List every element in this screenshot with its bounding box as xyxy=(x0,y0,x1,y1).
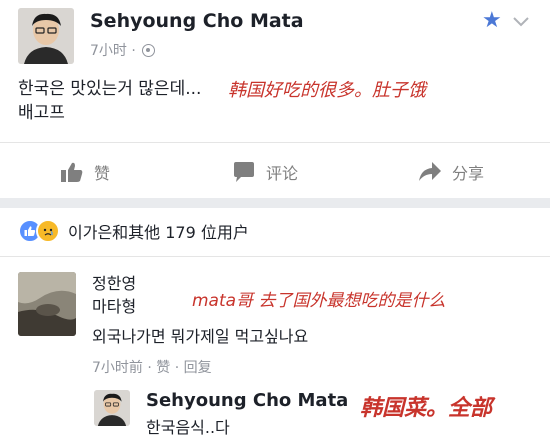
reply-author-name[interactable]: Sehyoung Cho Mata xyxy=(146,390,348,411)
globe-icon xyxy=(141,43,155,57)
like-label: 赞 xyxy=(94,164,111,183)
post-author-name[interactable]: Sehyoung Cho Mata xyxy=(90,10,304,32)
translation-overlay-reply: 韩国菜。全部 xyxy=(360,396,493,421)
divider xyxy=(0,142,550,143)
author-avatar[interactable] xyxy=(18,8,74,64)
post-text-line-2: 배고프 xyxy=(18,103,65,123)
share-label: 分享 xyxy=(452,164,485,183)
comment-label: 评论 xyxy=(266,164,299,183)
share-icon xyxy=(419,162,441,181)
share-button[interactable]: 分享 xyxy=(418,158,484,186)
reaction-summary[interactable]: 이가은和其他 179 位用户 xyxy=(18,218,249,244)
comment-text-line-2: 외국나가면 뭐가제일 먹고싶나요 xyxy=(92,327,309,346)
reply-avatar-image xyxy=(94,390,130,426)
section-separator xyxy=(0,198,550,208)
post-body: 한국은 맛있는거 많은데... 배고프 xyxy=(18,77,201,125)
facebook-post: Sehyoung Cho Mata 7小时 · ★ 한국은 맛있는거 많은데..… xyxy=(0,0,550,447)
chevron-down-icon[interactable] xyxy=(512,12,530,30)
reaction-summary-text: 이가은和其他 179 位用户 xyxy=(68,223,249,242)
star-icon[interactable]: ★ xyxy=(482,10,504,32)
comment-meta[interactable]: 7小时前 · 赞 · 回复 xyxy=(92,357,212,377)
commenter-avatar-image xyxy=(18,272,76,336)
author-avatar-image xyxy=(18,8,74,64)
commenter-name[interactable]: 정한영 xyxy=(92,270,136,294)
divider xyxy=(0,256,550,257)
post-timestamp[interactable]: 7小时 · xyxy=(90,40,136,60)
post-meta: 7小时 · xyxy=(90,40,155,60)
reply-text: 한국음식..다 xyxy=(146,418,230,437)
sad-reaction-icon xyxy=(36,219,60,243)
commenter-avatar[interactable] xyxy=(18,272,76,336)
like-button[interactable]: 赞 xyxy=(60,158,110,186)
thumbs-up-icon xyxy=(61,162,83,182)
comment-icon xyxy=(234,162,254,182)
translation-overlay-post: 韩国好吃的很多。肚子饿 xyxy=(228,80,426,101)
comment-text-line-1: 마타형 xyxy=(92,297,137,316)
comment-button[interactable]: 评论 xyxy=(232,158,298,186)
translation-overlay-comment: mata哥 去了国外最想吃的是什么 xyxy=(192,291,446,311)
reply-author-avatar[interactable] xyxy=(94,390,130,426)
post-text-line-1: 한국은 맛있는거 많은데... xyxy=(18,79,202,99)
